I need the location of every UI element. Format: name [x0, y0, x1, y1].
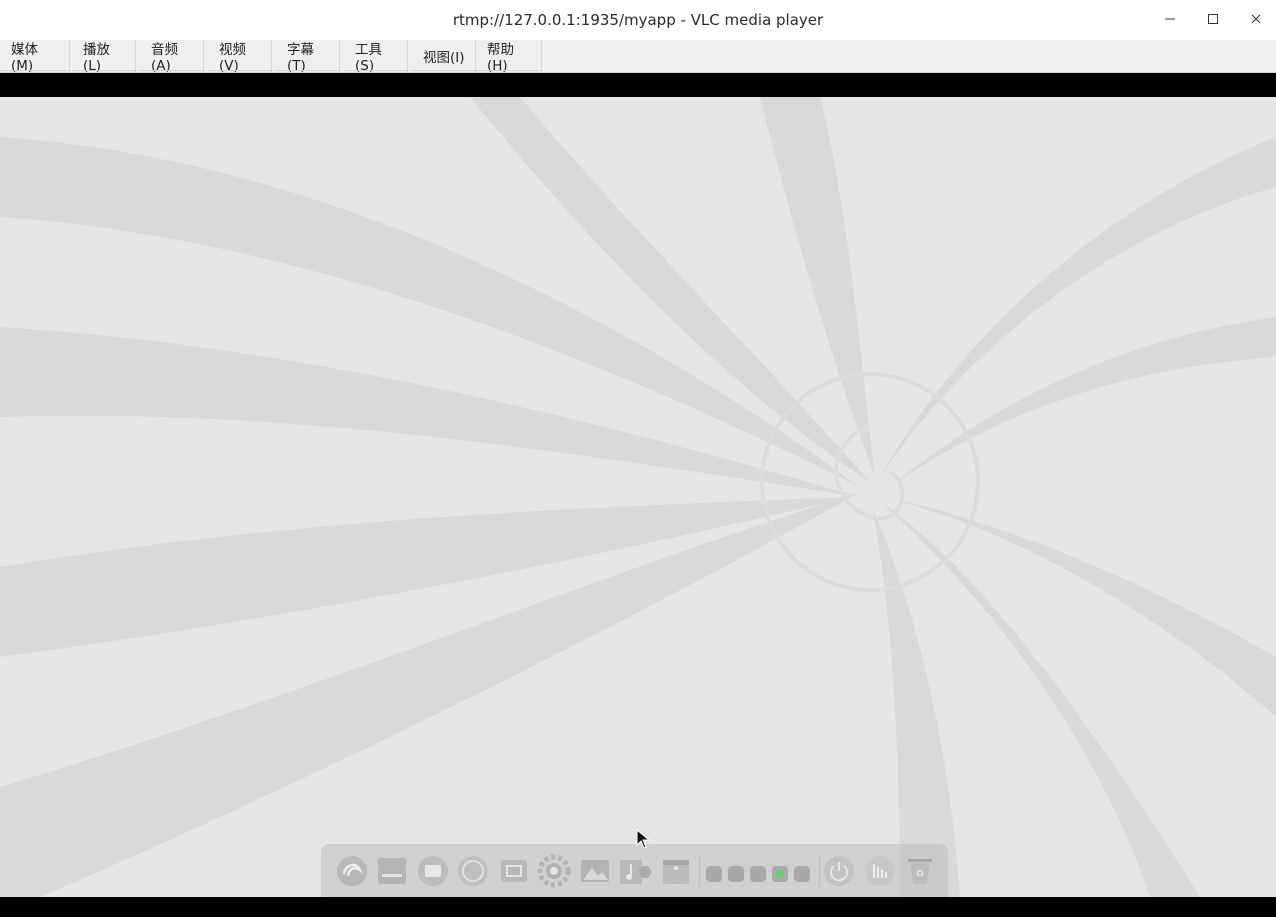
settings-icon[interactable]	[537, 854, 571, 888]
music-icon[interactable]	[618, 854, 652, 888]
menu-bar: 媒体(M) 播放(L) 音频(A) 视频(V) 字幕(T) 工具(S) 视图(I…	[0, 40, 1276, 74]
audio-icon[interactable]	[863, 854, 897, 888]
menu-audio[interactable]: 音频(A)	[140, 40, 204, 74]
menu-tools[interactable]: 工具(S)	[344, 40, 408, 74]
close-button[interactable]	[1236, 4, 1276, 34]
mouse-cursor-icon	[636, 829, 650, 849]
video-app-icon[interactable]	[416, 854, 450, 888]
maximize-button[interactable]	[1193, 4, 1233, 34]
tray-expand-icon[interactable]	[728, 866, 744, 882]
file-manager-icon[interactable]	[375, 854, 409, 888]
menu-view[interactable]: 视图(I)	[412, 40, 476, 72]
maximize-icon	[1208, 14, 1218, 24]
tray-display-icon[interactable]	[750, 866, 766, 882]
tray-keyboard-icon[interactable]	[706, 866, 722, 882]
title-bar: rtmp://127.0.0.1:1935/myapp - VLC media …	[0, 0, 1276, 40]
close-icon	[1251, 14, 1261, 24]
image-viewer-icon[interactable]	[578, 854, 612, 888]
trash-icon[interactable]: ♻	[903, 854, 937, 888]
tray-network-icon[interactable]	[772, 866, 788, 882]
window-title: rtmp://127.0.0.1:1935/myapp - VLC media …	[452, 11, 824, 29]
launcher-icon[interactable]	[335, 854, 369, 888]
menu-video[interactable]: 视频(V)	[208, 40, 272, 74]
minimize-icon	[1165, 18, 1175, 20]
svg-text:♻: ♻	[916, 869, 925, 880]
video-output[interactable]: ♻	[0, 97, 1276, 897]
store-icon[interactable]	[659, 854, 693, 888]
dock-separator	[699, 856, 700, 886]
taskbar-dock: ♻	[321, 844, 948, 897]
tray-collapse-icon[interactable]	[794, 866, 810, 882]
power-icon[interactable]	[822, 854, 856, 888]
wallpaper-swirl	[0, 97, 1276, 897]
menu-help[interactable]: 帮助(H)	[476, 40, 542, 74]
browser-icon[interactable]	[456, 854, 490, 888]
menu-subtitle[interactable]: 字幕(T)	[276, 40, 340, 74]
minimize-button[interactable]	[1150, 4, 1190, 34]
dock-separator	[819, 856, 820, 886]
menu-playback[interactable]: 播放(L)	[72, 40, 136, 74]
menu-media[interactable]: 媒体(M)	[0, 40, 70, 74]
screenshot-icon[interactable]	[497, 854, 531, 888]
